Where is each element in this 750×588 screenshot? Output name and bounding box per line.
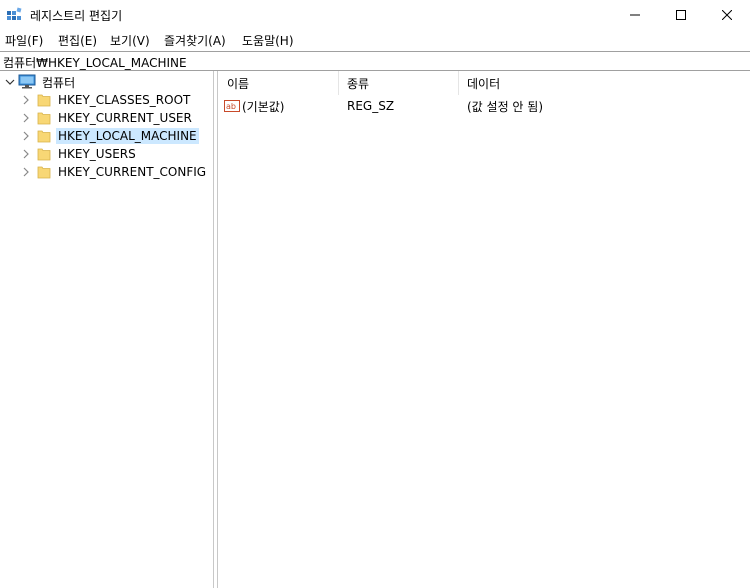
- folder-icon: [37, 166, 51, 179]
- chevron-right-icon[interactable]: [20, 112, 32, 124]
- svg-text:ab: ab: [226, 102, 236, 111]
- chevron-right-icon[interactable]: [20, 148, 32, 160]
- column-divider[interactable]: [338, 71, 339, 95]
- minimize-icon: [630, 14, 640, 16]
- regedit-app-icon: [7, 7, 22, 20]
- tree-label[interactable]: HKEY_CURRENT_USER: [56, 110, 194, 126]
- values-list-pane[interactable]: 이름 종류 데이터 ab (기본값) REG_SZ (값 설정 안 됨): [218, 71, 750, 588]
- tree-label-computer[interactable]: 컴퓨터: [40, 73, 77, 92]
- column-header-name[interactable]: 이름: [227, 71, 337, 95]
- folder-icon: [37, 94, 51, 107]
- close-icon: [722, 10, 732, 20]
- folder-icon: [37, 130, 51, 143]
- folder-icon: [37, 148, 51, 161]
- title-bar: 레지스트리 편집기: [0, 0, 750, 30]
- tree-node[interactable]: HKEY_USERS: [20, 145, 138, 163]
- window-title: 레지스트리 편집기: [30, 9, 123, 23]
- chevron-right-icon[interactable]: [20, 166, 32, 178]
- folder-icon: [37, 112, 51, 125]
- menu-view[interactable]: 보기(V): [110, 32, 150, 49]
- tree-label[interactable]: HKEY_USERS: [56, 146, 138, 162]
- chevron-right-icon[interactable]: [20, 94, 32, 106]
- address-bar[interactable]: 컴퓨터₩HKEY_LOCAL_MACHINE: [0, 51, 750, 71]
- menu-bar: 파일(F) 편집(E) 보기(V) 즐겨찾기(A) 도움말(H): [0, 30, 750, 50]
- value-name: (기본값): [242, 99, 285, 114]
- close-button[interactable]: [704, 0, 750, 30]
- tree-node[interactable]: HKEY_CLASSES_ROOT: [20, 91, 192, 109]
- tree-label[interactable]: HKEY_LOCAL_MACHINE: [56, 128, 199, 144]
- chevron-right-icon[interactable]: [20, 130, 32, 142]
- tree-node-selected[interactable]: HKEY_LOCAL_MACHINE: [20, 127, 199, 145]
- tree-node[interactable]: HKEY_CURRENT_CONFIG: [20, 163, 208, 181]
- string-value-icon: ab: [224, 100, 240, 112]
- column-header-data[interactable]: 데이터: [467, 71, 667, 95]
- tree-label[interactable]: HKEY_CURRENT_CONFIG: [56, 164, 208, 180]
- tree-node[interactable]: HKEY_CURRENT_USER: [20, 109, 194, 127]
- column-divider[interactable]: [458, 71, 459, 95]
- computer-icon: [18, 74, 36, 89]
- tree-node-computer[interactable]: 컴퓨터: [4, 73, 77, 91]
- chevron-down-icon[interactable]: [4, 76, 16, 88]
- maximize-icon: [676, 10, 686, 20]
- list-item[interactable]: ab (기본값): [224, 97, 284, 115]
- menu-help[interactable]: 도움말(H): [242, 32, 294, 49]
- menu-edit[interactable]: 편집(E): [58, 32, 97, 49]
- value-data: (값 설정 안 됨): [467, 99, 544, 114]
- maximize-button[interactable]: [658, 0, 704, 30]
- tree-pane[interactable]: 컴퓨터 HKEY_CLASSES_ROOT HKEY_CURRENT_USER …: [0, 71, 213, 588]
- menu-file[interactable]: 파일(F): [5, 32, 43, 49]
- value-type: REG_SZ: [347, 99, 395, 113]
- tree-label[interactable]: HKEY_CLASSES_ROOT: [56, 92, 192, 108]
- menu-favorites[interactable]: 즐겨찾기(A): [164, 32, 226, 49]
- address-path[interactable]: 컴퓨터₩HKEY_LOCAL_MACHINE: [3, 54, 187, 71]
- minimize-button[interactable]: [612, 0, 658, 30]
- column-header-type[interactable]: 종류: [347, 71, 457, 95]
